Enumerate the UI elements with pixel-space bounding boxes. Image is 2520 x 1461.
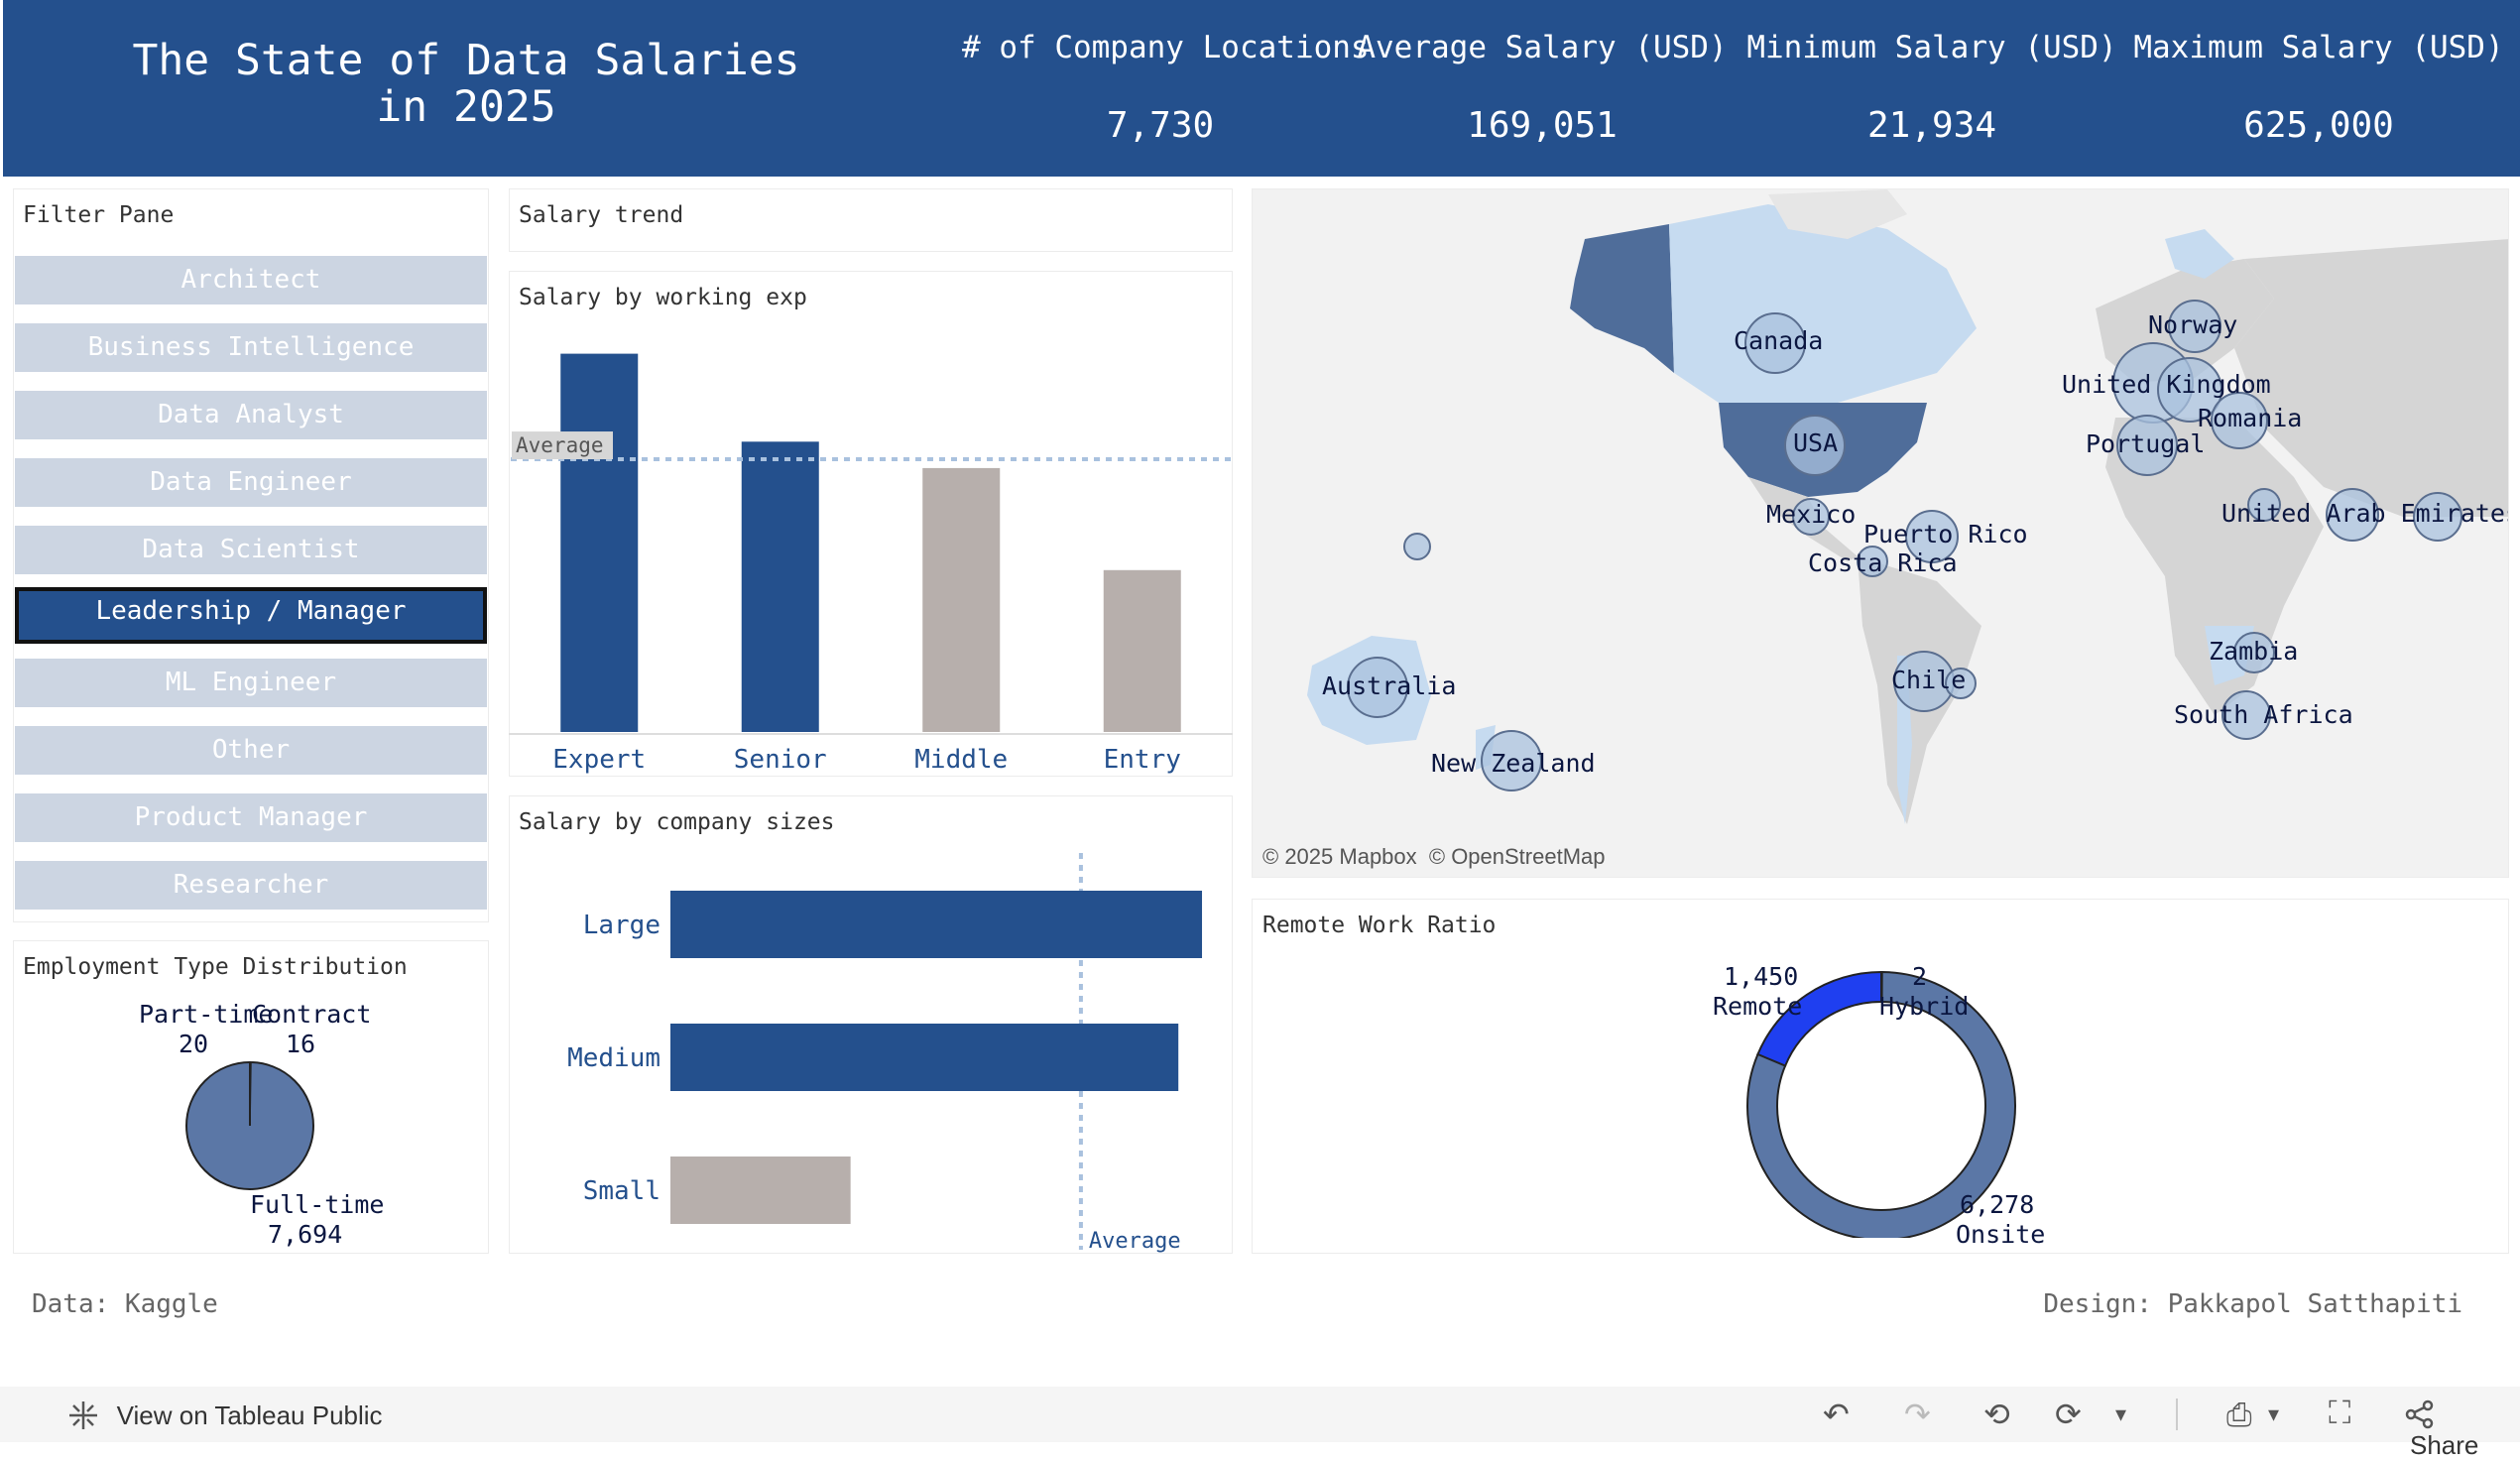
exp-tick-entry: Entry: [1104, 745, 1181, 775]
kpi-locations-value: 7,730: [1106, 105, 1215, 146]
full-time-value: 7,694: [268, 1220, 343, 1249]
size-bar-small[interactable]: [670, 1157, 851, 1224]
download-dropdown-icon[interactable]: ▾: [2268, 1404, 2279, 1426]
map-attribution[interactable]: © 2025 Mapbox © OpenStreetMap: [1262, 844, 1606, 870]
full-time-label: Full-time: [250, 1190, 385, 1219]
size-bar-medium[interactable]: [670, 1024, 1179, 1091]
exp-bar-entry[interactable]: [1103, 569, 1181, 732]
map-label-australia: Australia: [1322, 671, 1457, 700]
kpi-maximum-value: 625,000: [2243, 105, 2394, 146]
filter-business-intelligence[interactable]: Business Intelligence: [15, 323, 487, 372]
exp-chart: Average Expert Senior Middle Entry: [509, 353, 1233, 775]
data-source: Data: Kaggle: [32, 1289, 218, 1319]
size-average-label: Average: [1089, 1229, 1181, 1254]
remote-label: Remote: [1713, 992, 1803, 1021]
filter-leadership-manager[interactable]: Leadership / Manager: [15, 587, 487, 644]
exp-tick-expert: Expert: [552, 745, 646, 775]
contract-label: Contract: [252, 1000, 372, 1029]
remote-title: Remote Work Ratio: [1262, 913, 1497, 938]
remote-value: 1,450: [1724, 962, 1799, 991]
map-label-costa-rica: Costa Rica: [1808, 548, 1958, 577]
map-label-portugal: Portugal: [2086, 429, 2206, 458]
share-label: Share: [2410, 1430, 2479, 1460]
exp-tick-senior: Senior: [734, 745, 827, 775]
undo-icon[interactable]: ↶: [1823, 1399, 1850, 1430]
size-tick-small: Small: [583, 1176, 660, 1206]
map-label-zambia: Zambia: [2209, 637, 2299, 666]
filter-ml-engineer[interactable]: ML Engineer: [15, 659, 487, 707]
exp-average-label: Average: [516, 433, 604, 457]
size-bar-large[interactable]: [670, 891, 1203, 958]
kpi-minimum-value: 21,934: [1866, 105, 1997, 146]
kpi-minimum-label: Minimum Salary (USD): [1746, 30, 2117, 65]
hybrid-label: Hybrid: [1879, 992, 1970, 1021]
filter-architect[interactable]: Architect: [15, 256, 487, 304]
kpi-locations-label: # of Company Locations: [962, 30, 1370, 65]
kpi-average-label: Average Salary (USD): [1357, 30, 1728, 65]
share-icon: [2405, 1400, 2434, 1429]
revert-icon[interactable]: ⟲: [1983, 1399, 2010, 1430]
refresh-icon[interactable]: ⟳: [2055, 1399, 2082, 1430]
size-tick-medium: Medium: [567, 1043, 660, 1073]
salary-trend-title: Salary trend: [519, 202, 684, 228]
tableau-logo-icon: [69, 1401, 97, 1429]
employment-title: Employment Type Distribution: [23, 954, 408, 980]
map-label-puerto-rico: Puerto Rico: [1863, 520, 2028, 548]
map-label-south-africa: South Africa: [2174, 700, 2353, 729]
size-chart: Large Medium Small Average: [567, 853, 1203, 1254]
toolbar-divider: [2176, 1399, 2178, 1430]
fullscreen-icon[interactable]: ⛶: [2329, 1397, 2350, 1428]
filter-other[interactable]: Other: [15, 726, 487, 775]
map-label-mexico: Mexico: [1766, 500, 1857, 529]
map-label-uk: United Kingdom: [2062, 370, 2271, 399]
exp-chart-title: Salary by working exp: [519, 285, 807, 310]
kpi-average-value: 169,051: [1467, 105, 1618, 146]
design-credit: Design: Pakkapol Satthapiti: [2043, 1289, 2462, 1319]
filter-data-analyst[interactable]: Data Analyst: [15, 391, 487, 439]
refresh-dropdown-icon[interactable]: ▾: [2115, 1404, 2126, 1426]
map-label-canada: Canada: [1734, 326, 1824, 355]
world-map[interactable]: Canada USA Mexico Puerto Rico Costa Rica…: [1252, 188, 2509, 878]
map-label-new-zealand: New Zealand: [1431, 749, 1596, 778]
contract-value: 16: [286, 1030, 316, 1058]
part-time-value: 20: [179, 1030, 209, 1058]
kpi-maximum-label: Maximum Salary (USD): [2133, 30, 2504, 65]
filter-pane-title: Filter Pane: [23, 202, 175, 228]
hybrid-value: 2: [1912, 962, 1928, 991]
contract-slice[interactable]: [249, 1061, 252, 1127]
share-button[interactable]: Share: [2404, 1399, 2520, 1461]
size-tick-large: Large: [583, 911, 660, 940]
exp-bar-expert[interactable]: [560, 353, 639, 732]
map-label-chile: Chile: [1891, 666, 1967, 694]
exp-tick-middle: Middle: [914, 745, 1008, 775]
onsite-value: 6,278: [1960, 1190, 2035, 1219]
employment-pie: [185, 1061, 314, 1190]
map-label-usa: USA: [1793, 428, 1839, 457]
hawaii-bubble[interactable]: [1403, 533, 1431, 560]
onsite-label: Onsite: [1956, 1220, 2046, 1249]
dashboard-title: The State of Data Salaries in 2025: [132, 36, 800, 132]
view-on-tableau-button[interactable]: View on Tableau Public: [65, 1398, 383, 1433]
map-label-uae: United Arab Emirates: [2221, 499, 2509, 528]
redo-icon[interactable]: ↷: [1904, 1399, 1931, 1430]
filter-data-engineer[interactable]: Data Engineer: [15, 458, 487, 507]
alaska-region: [1570, 224, 1674, 373]
download-icon[interactable]: ⎙: [2226, 1399, 2252, 1430]
map-label-romania: Romania: [2198, 404, 2303, 432]
filter-data-scientist[interactable]: Data Scientist: [15, 526, 487, 574]
size-chart-title: Salary by company sizes: [519, 809, 835, 835]
view-on-tableau-label: View on Tableau Public: [116, 1400, 383, 1430]
exp-bar-middle[interactable]: [922, 467, 1001, 732]
exp-bar-senior[interactable]: [741, 441, 819, 732]
filter-product-manager[interactable]: Product Manager: [15, 793, 487, 842]
map-label-norway: Norway: [2148, 310, 2238, 339]
filter-researcher[interactable]: Researcher: [15, 861, 487, 910]
